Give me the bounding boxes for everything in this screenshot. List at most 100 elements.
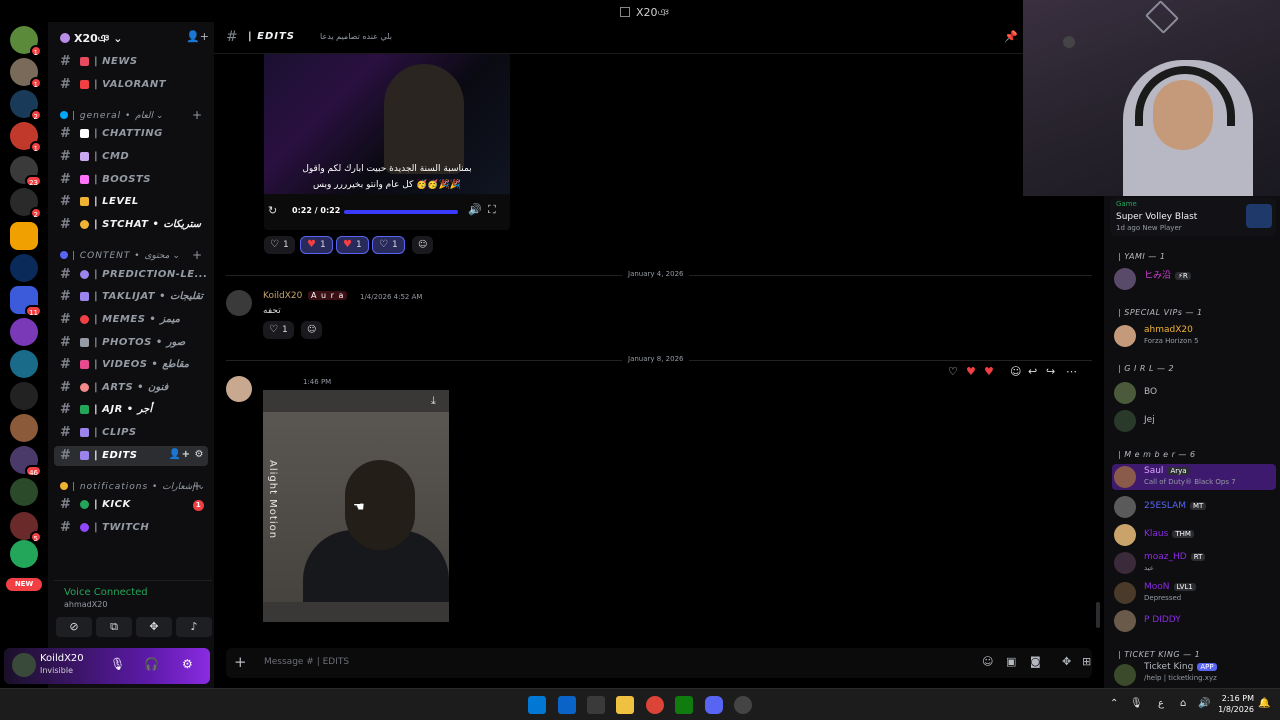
more-icon[interactable]: ⋯ (1066, 365, 1077, 378)
member-item[interactable]: Ticket King APP /help | ticketking.xyz (1112, 662, 1276, 688)
channel-prediction[interactable]: # | PREDICTION-LE... (54, 265, 208, 285)
sticker-icon[interactable]: ◙ (1030, 655, 1041, 668)
server-icon[interactable] (10, 478, 38, 506)
channel-stchat[interactable]: # | STCHAT • ستريكات (54, 215, 208, 235)
server-icon[interactable]: 1 (10, 26, 42, 57)
server-icon[interactable]: 11 (10, 286, 42, 317)
server-icon[interactable] (10, 222, 38, 250)
replay-icon[interactable]: ↻ (268, 204, 277, 217)
reaction[interactable]: ♡ 1 (263, 321, 294, 339)
gear-icon[interactable]: ⚙ (182, 657, 193, 671)
server-icon[interactable]: 1 (10, 122, 42, 153)
channel-twitch[interactable]: # | TWITCH (54, 518, 208, 538)
reply-icon[interactable]: ↩ (1028, 365, 1037, 378)
channel-settings-icon[interactable]: 👤+ ⚙ (169, 449, 204, 460)
member-item[interactable]: Saul Arya Call of Duty® Black Ops 7 (1112, 464, 1276, 490)
reaction[interactable]: ♥ 1 (300, 236, 333, 254)
guild-tag[interactable]: A u r a (308, 291, 348, 300)
gif-icon[interactable]: ▣ (1006, 655, 1016, 668)
channel-edits[interactable]: # | EDITS 👤+ ⚙ (54, 446, 208, 466)
server-icon[interactable] (10, 382, 38, 410)
channel-clips[interactable]: # | CLIPS (54, 423, 208, 443)
store-icon[interactable] (587, 696, 605, 714)
add-reaction-icon[interactable]: ☺ (1010, 365, 1021, 378)
clock[interactable]: 2:16 PM 1/8/2026 (1216, 693, 1254, 715)
activity-card[interactable]: Game Super Volley Blast 1d ago New Playe… (1110, 198, 1276, 236)
microphone-icon[interactable]: 🎙 (110, 657, 125, 671)
channel-valorant[interactable]: # | VALORANT (54, 75, 208, 95)
channel-cmd[interactable]: # | CMD (54, 147, 208, 167)
chevron-up-icon[interactable]: ⌃ (1110, 698, 1118, 709)
avatar[interactable] (226, 290, 252, 316)
reaction-heart-icon[interactable]: ♥ (984, 365, 994, 378)
app-icon[interactable] (734, 696, 752, 714)
video-progress[interactable] (344, 210, 458, 214)
gift-icon[interactable]: ⊞ (1082, 655, 1091, 668)
server-icon[interactable]: 23 (10, 156, 42, 187)
channel-chatting[interactable]: # | CHATTING (54, 124, 208, 144)
server-icon[interactable] (10, 414, 38, 442)
headphones-icon[interactable]: 🎧 (144, 657, 159, 671)
language-indicator[interactable]: ع (1158, 698, 1164, 709)
channel-ajr[interactable]: # | AJR • أجر (54, 400, 208, 420)
member-item[interactable]: Jej (1112, 408, 1276, 434)
channel-news[interactable]: # | NEWS (54, 52, 208, 72)
user-panel[interactable]: KoildX20 Invisible 🎙 🎧 ⚙ (4, 648, 210, 684)
camera-button[interactable]: ⊘ (56, 617, 92, 637)
network-icon[interactable]: ⌂ (1180, 698, 1186, 709)
screenshare-button[interactable]: ⧉ (96, 617, 132, 637)
reaction[interactable]: ♡ 1 (372, 236, 405, 254)
volume-icon[interactable]: 🔊 (1198, 698, 1210, 709)
chrome-icon[interactable] (646, 696, 664, 714)
server-icon[interactable]: 46 (10, 446, 42, 477)
member-item[interactable]: P DIDDY (1112, 608, 1276, 634)
category-content[interactable]: | CONTENT • محتوى ⌄ (60, 251, 180, 261)
windows-start-icon[interactable] (528, 696, 546, 714)
video-attachment[interactable]: Alight Motion ⤓ ☚ (263, 390, 449, 622)
server-icon[interactable]: 2 (10, 188, 42, 219)
outlook-icon[interactable] (558, 696, 576, 714)
server-icon[interactable]: 5 (10, 512, 42, 543)
server-icon[interactable] (10, 540, 38, 568)
file-explorer-icon[interactable] (616, 696, 634, 714)
download-icon[interactable]: ⤓ (431, 394, 436, 408)
add-channel-icon[interactable]: + (192, 479, 202, 493)
microphone-icon[interactable]: 🎙 (1130, 698, 1143, 709)
apps-icon[interactable]: ✥ (1062, 655, 1071, 668)
member-item[interactable]: Klaus THM (1112, 522, 1276, 548)
channel-taklijat[interactable]: # | TAKLIJAT • تقليجات (54, 287, 208, 307)
channel-kick[interactable]: # | KICK 1 (54, 495, 208, 515)
channel-photos[interactable]: # | PHOTOS • صور (54, 333, 208, 353)
channel-videos[interactable]: # | VIDEOS • مقاطع (54, 355, 208, 375)
activities-button[interactable]: ✥ (136, 617, 172, 637)
reaction[interactable]: ♡ 1 (264, 236, 295, 254)
message-composer[interactable]: + Message # | EDITS ☺ ▣ ◙ ✥ ⊞ (226, 648, 1092, 678)
reaction-heart-icon[interactable]: ♥ (966, 365, 976, 378)
add-channel-icon[interactable]: + (192, 248, 202, 262)
server-icon[interactable] (10, 318, 38, 346)
emoji-icon[interactable]: ☺ (982, 655, 993, 668)
invite-icon[interactable]: 👤+ (186, 30, 209, 43)
add-channel-icon[interactable]: + (192, 108, 202, 122)
member-item[interactable]: ヒみ沿 ⚡R (1112, 266, 1276, 292)
member-item[interactable]: moaz_HD RT عيد (1112, 550, 1276, 576)
notification-icon[interactable]: 🔔 (1258, 698, 1270, 709)
message-author[interactable]: KoildX20 (263, 291, 302, 301)
avatar[interactable] (226, 376, 252, 402)
category-notifications[interactable]: | notifications • إشعارات ⌄ (60, 482, 205, 492)
member-item[interactable]: ahmadX20 Forza Horizon 5 (1112, 323, 1276, 349)
server-name-button[interactable]: X20ঞ ⌄ (60, 30, 122, 49)
reaction[interactable]: ♥ 1 (336, 236, 369, 254)
category-general[interactable]: | general • العام ⌄ (60, 111, 163, 121)
server-icon[interactable]: 2 (10, 90, 42, 121)
add-reaction-icon[interactable]: ☺ (412, 236, 434, 254)
server-icon[interactable] (10, 350, 38, 378)
server-icon[interactable] (10, 254, 38, 282)
avatar[interactable] (12, 653, 36, 677)
channel-memes[interactable]: # | MEMES • ميمز (54, 310, 208, 330)
channel-boosts[interactable]: # | BOOSTS (54, 170, 208, 190)
video-player[interactable]: بمناسبة السنة الجديدة حبيت ابارك لكم واق… (264, 54, 510, 230)
attach-plus-icon[interactable]: + (234, 653, 247, 671)
member-item[interactable]: 25ESLAM MT (1112, 494, 1276, 520)
fullscreen-icon[interactable]: ⛶ (488, 203, 496, 217)
